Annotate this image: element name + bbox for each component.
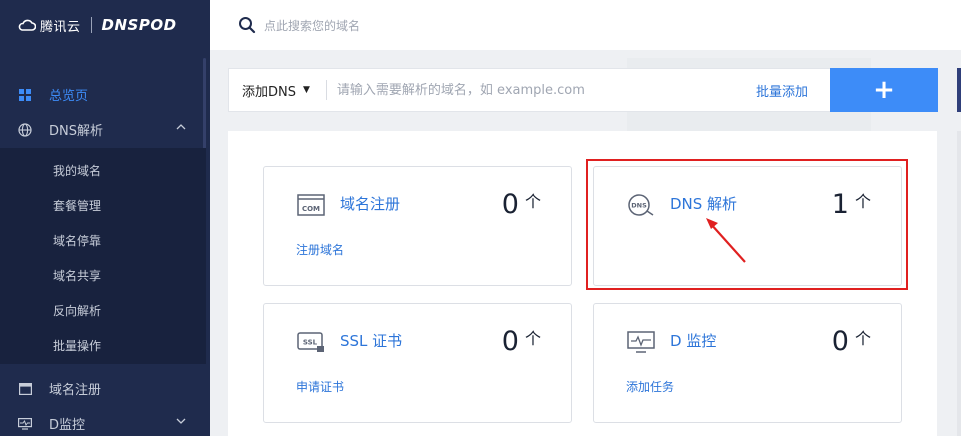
cloud-logo-icon: [18, 19, 36, 31]
card-domain-register: COM 域名注册 0 个 注册域名: [263, 166, 572, 286]
sidebar-subitem-batch-ops[interactable]: 批量操作: [53, 336, 101, 356]
card-count-value: 0: [501, 326, 519, 357]
card-count: 0 个: [502, 189, 541, 220]
batch-add-link[interactable]: 批量添加: [756, 81, 808, 100]
sidebar-item-domain-register[interactable]: 域名注册: [0, 371, 206, 406]
card-title[interactable]: 域名注册: [340, 193, 400, 214]
card-count-value: 0: [831, 326, 849, 357]
sidebar-subitem-reverse-dns[interactable]: 反向解析: [53, 301, 101, 321]
add-dns-bar: 添加DNS ▼ 批量添加 +: [228, 68, 938, 112]
monitor-icon: [18, 417, 32, 431]
card-title[interactable]: D 监控: [670, 330, 716, 351]
caret-down-icon: ▼: [303, 85, 310, 95]
card-count: 0 个: [832, 326, 871, 357]
svg-text:SSL: SSL: [303, 339, 318, 347]
sidebar-item-label: D监控: [49, 418, 86, 433]
card-count-unit: 个: [524, 329, 541, 348]
ssl-icon: SSL: [297, 332, 324, 352]
chevron-down-icon: [176, 418, 186, 424]
card-d-monitor: D 监控 0 个 添加任务: [593, 303, 902, 423]
monitor-icon: [627, 331, 655, 353]
card-title[interactable]: SSL 证书: [340, 330, 402, 351]
register-domain-link[interactable]: 注册域名: [296, 241, 344, 258]
sidebar-subitem-my-domains[interactable]: 我的域名: [53, 161, 101, 181]
search-input[interactable]: 点此搜索您的域名: [264, 17, 360, 34]
sidebar-item-d-monitor[interactable]: D监控: [0, 406, 206, 436]
apply-cert-link[interactable]: 申请证书: [296, 378, 344, 395]
domain-input[interactable]: [336, 82, 737, 98]
brand-logo[interactable]: 腾讯云 DNSPOD: [0, 0, 210, 50]
divider: [325, 80, 327, 100]
svg-text:COM: COM: [302, 205, 320, 213]
sidebar-subitem-domain-sharing[interactable]: 域名共享: [53, 266, 101, 286]
sidebar: 腾讯云 DNSPOD 总览页 DNS解析 我的域名 套餐管理 域名停靠 域名共享…: [0, 0, 210, 436]
chevron-up-icon: [176, 124, 186, 130]
brand-name: 腾讯云: [40, 19, 81, 35]
com-icon: COM: [297, 194, 325, 216]
sidebar-item-label: DNS解析: [49, 124, 103, 139]
grid-icon: [18, 88, 32, 102]
annotation-arrow-icon: [706, 218, 746, 263]
sidebar-submenu: [0, 148, 206, 364]
card-count-value: 0: [501, 189, 519, 220]
globe-icon: [18, 122, 32, 137]
add-task-link[interactable]: 添加任务: [626, 378, 674, 395]
search-icon[interactable]: [238, 16, 256, 34]
sidebar-item-dns[interactable]: DNS解析: [0, 112, 206, 147]
brand-divider: [90, 17, 92, 33]
add-domain-button[interactable]: +: [830, 68, 938, 112]
card-count-unit: 个: [524, 192, 541, 211]
sidebar-item-label: 总览页: [49, 89, 89, 104]
right-edge-panel: [957, 131, 961, 436]
top-search-bar: 点此搜索您的域名: [210, 0, 961, 50]
card-ssl-cert: SSL SSL 证书 0 个 申请证书: [263, 303, 572, 423]
card-count: 0 个: [502, 326, 541, 357]
add-dns-select-label: 添加DNS: [242, 84, 296, 100]
sidebar-item-overview[interactable]: 总览页: [0, 77, 206, 112]
brand-product: DNSPOD: [101, 16, 177, 34]
window-icon: [18, 382, 32, 396]
sidebar-item-label: 域名注册: [49, 383, 102, 398]
right-edge-block: [957, 68, 961, 112]
card-count-unit: 个: [854, 329, 871, 348]
sidebar-subitem-domain-parking[interactable]: 域名停靠: [53, 231, 101, 251]
sidebar-subitem-packages[interactable]: 套餐管理: [53, 196, 101, 216]
add-dns-select[interactable]: 添加DNS ▼: [242, 81, 310, 100]
